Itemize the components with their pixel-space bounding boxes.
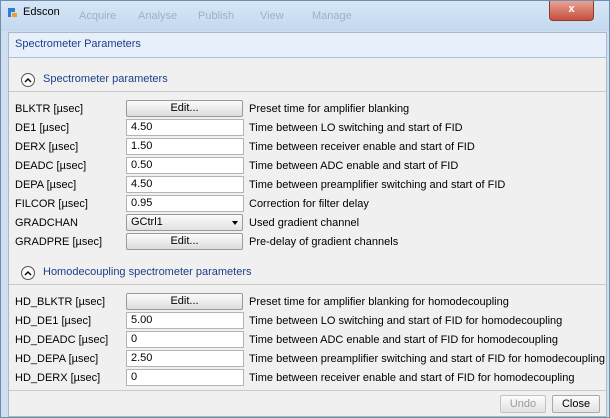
param-label: HD_DERX [µsec] [15,372,101,384]
edit-button[interactable]: Edit... [126,293,243,310]
param-row-derx: DERX [µsec] 1.50 Time between receiver e… [9,138,606,156]
param-description: Time between receiver enable and start o… [249,141,475,153]
param-description: Used gradient channel [249,217,360,229]
param-label: FILCOR [µsec] [15,198,88,210]
ghost-menu-item: Analyse [138,10,178,22]
param-label: HD_DE1 [µsec] [15,315,92,327]
param-label: HD_BLKTR [µsec] [15,296,106,308]
param-description: Time between preamplifier switching and … [249,353,606,365]
window-title: Edscon [23,6,60,18]
param-input[interactable]: 0 [126,369,244,386]
param-row-hd-blktr: HD_BLKTR [µsec] Edit... Preset time for … [9,293,606,311]
param-label: HD_DEPA [µsec] [15,353,99,365]
section-title: Spectrometer parameters [43,73,168,85]
param-label: DE1 [µsec] [15,122,70,134]
param-description: Time between preamplifier switching and … [249,179,506,191]
param-description: Correction for filter delay [249,198,369,210]
close-icon: x [568,3,575,15]
param-label: GRADCHAN [15,217,78,229]
panel-title: Spectrometer Parameters [15,38,141,50]
param-row-de1: DE1 [µsec] 4.50 Time between LO switchin… [9,119,606,137]
param-description: Time between ADC enable and start of FID… [249,334,558,346]
app-icon [8,8,17,17]
window: Edscon Acquire Analyse Publish View Mana… [0,0,610,418]
param-description: Time between ADC enable and start of FID [249,160,459,172]
param-description: Time between LO switching and start of F… [249,315,563,327]
param-input[interactable]: 4.50 [126,176,244,193]
param-description: Time between receiver enable and start o… [249,372,575,384]
undo-button[interactable]: Undo [500,395,546,413]
collapse-chevron-icon[interactable] [21,73,35,87]
ghost-menu-item: Acquire [79,10,117,22]
select-value: GCtrl1 [131,216,163,228]
param-row-hd-deadc: HD_DEADC [µsec] 0 Time between ADC enabl… [9,331,606,349]
collapse-chevron-icon[interactable] [21,266,35,280]
param-input[interactable]: 1.50 [126,138,244,155]
param-row-gradpre: GRADPRE [µsec] Edit... Pre-delay of grad… [9,233,606,251]
ghost-menu-item: Manage [312,10,352,22]
divider [9,91,606,92]
param-label: GRADPRE [µsec] [15,236,103,248]
title-bar: Edscon Acquire Analyse Publish View Mana… [1,1,609,31]
param-input[interactable]: 0.50 [126,157,244,174]
param-label: DEADC [µsec] [15,160,87,172]
param-description: Time between LO switching and start of F… [249,122,463,134]
param-row-filcor: FILCOR [µsec] 0.95 Correction for filter… [9,195,606,213]
edit-button[interactable]: Edit... [126,100,243,117]
param-row-hd-depa: HD_DEPA [µsec] 2.50 Time between preampl… [9,350,606,368]
divider [9,390,606,391]
param-row-depa: DEPA [µsec] 4.50 Time between preamplifi… [9,176,606,194]
divider [9,284,606,285]
param-input[interactable]: 4.50 [126,119,244,136]
param-label: DERX [µsec] [15,141,79,153]
param-row-hd-derx: HD_DERX [µsec] 0 Time between receiver e… [9,369,606,387]
ghost-menu-item: Publish [198,10,235,22]
gradient-channel-select[interactable]: GCtrl1 [126,214,243,231]
param-description: Preset time for amplifier blanking for h… [249,296,509,308]
param-row-gradchan: GRADCHAN GCtrl1 Used gradient channel [9,214,606,232]
param-description: Preset time for amplifier blanking [249,103,410,115]
footer: Undo Close [9,395,606,413]
panel-header: Spectrometer Parameters [9,33,606,58]
dropdown-arrow-icon [232,221,238,225]
param-input[interactable]: 0 [126,331,244,348]
param-row-hd-de1: HD_DE1 [µsec] 5.00 Time between LO switc… [9,312,606,330]
param-input[interactable]: 0.95 [126,195,244,212]
window-close-button[interactable]: x [549,1,594,21]
ghost-menu-item: View [260,10,284,22]
param-description: Pre-delay of gradient channels [249,236,399,248]
param-row-blktr: BLKTR [µsec] Edit... Preset time for amp… [9,100,606,118]
close-button[interactable]: Close [552,395,600,413]
param-input[interactable]: 2.50 [126,350,244,367]
param-row-deadc: DEADC [µsec] 0.50 Time between ADC enabl… [9,157,606,175]
dialog-body: Spectrometer Parameters Spectrometer par… [8,32,607,417]
param-label: HD_DEADC [µsec] [15,334,109,346]
param-input[interactable]: 5.00 [126,312,244,329]
edit-button[interactable]: Edit... [126,233,243,250]
param-label: DEPA [µsec] [15,179,77,191]
param-label: BLKTR [µsec] [15,103,84,115]
section-title: Homodecoupling spectrometer parameters [43,266,252,278]
